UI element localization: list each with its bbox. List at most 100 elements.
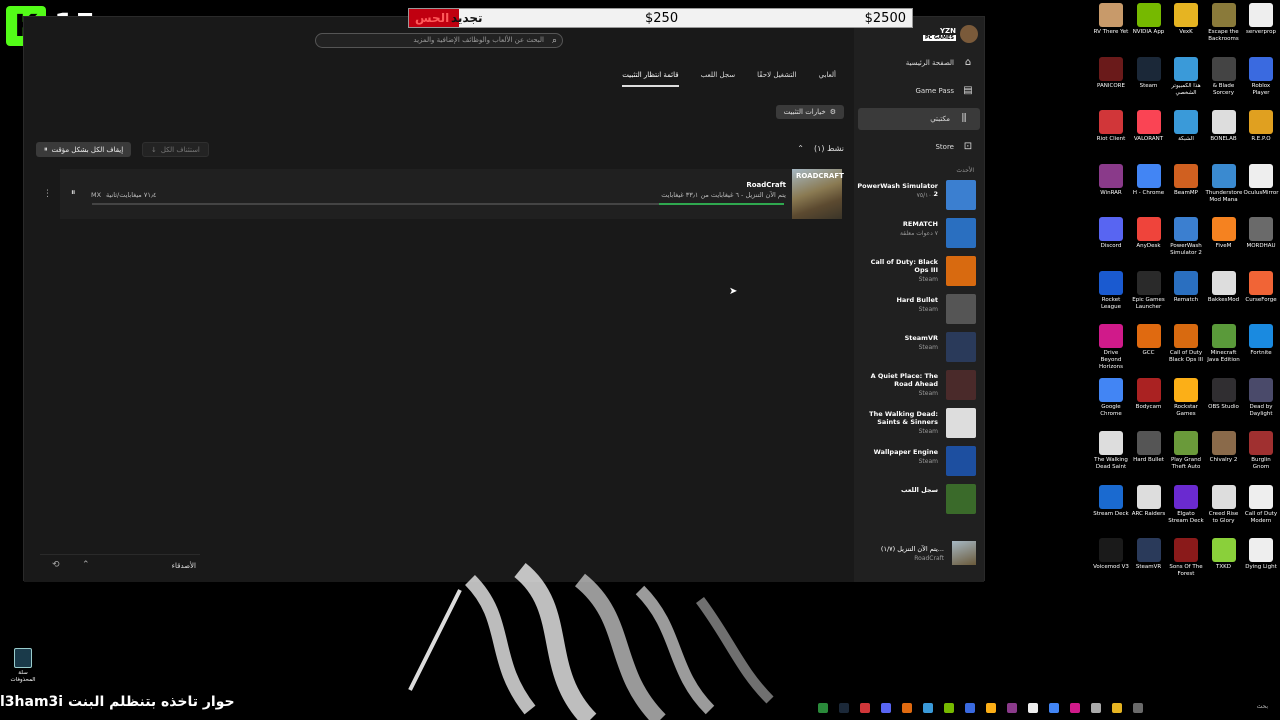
desktop-shortcut[interactable]: PANICORE bbox=[1093, 56, 1129, 90]
taskbar-app-icon[interactable] bbox=[839, 703, 849, 713]
desktop-shortcut[interactable]: الشبكة bbox=[1168, 110, 1204, 143]
recent-game-item[interactable]: Hard Bullet Steam bbox=[856, 294, 976, 326]
taskbar-app-icon[interactable] bbox=[986, 703, 996, 713]
taskbar-app-icon[interactable] bbox=[1049, 703, 1059, 713]
desktop-shortcut[interactable]: Roblox Player bbox=[1243, 56, 1279, 97]
recent-game-item[interactable]: سجل اللعب bbox=[856, 484, 976, 516]
sidebar-item-game-pass[interactable]: Game Pass ▤ bbox=[862, 80, 984, 102]
desktop-shortcut[interactable]: Dying Light bbox=[1243, 538, 1279, 571]
mini-download-status[interactable]: يتم الآن التنزيل (١/٧)... RoadCraft bbox=[856, 541, 976, 565]
more-options-icon[interactable]: ⋮ bbox=[43, 189, 52, 199]
recent-game-item[interactable]: REMATCH ٧ دعوات معلقة bbox=[856, 218, 976, 250]
desktop-shortcut[interactable]: BakkesMod bbox=[1206, 270, 1242, 304]
desktop-shortcut[interactable]: Rocket League bbox=[1093, 270, 1129, 311]
desktop-shortcut[interactable]: Rockstar Games bbox=[1168, 377, 1204, 418]
desktop-shortcut[interactable]: Voicemod V3 bbox=[1093, 538, 1129, 571]
taskbar-app-icon[interactable] bbox=[923, 703, 933, 713]
desktop-shortcut[interactable]: Play Grand Theft Auto bbox=[1168, 431, 1204, 471]
desktop-shortcut[interactable]: Hard Bullet bbox=[1131, 431, 1167, 464]
desktop-shortcut[interactable]: Dead by Daylight bbox=[1243, 377, 1279, 418]
taskbar-app-icon[interactable] bbox=[818, 703, 828, 713]
taskbar-app-icon[interactable] bbox=[965, 703, 975, 713]
sidebar-item-library[interactable]: مكتبتي ⫼ bbox=[858, 108, 980, 130]
profile[interactable]: YZN PC GAMES bbox=[922, 25, 978, 43]
desktop-shortcut[interactable]: OculusMirror bbox=[1243, 163, 1279, 197]
desktop-shortcut[interactable]: R.E.P.O bbox=[1243, 110, 1279, 143]
tab-install-queue[interactable]: قائمة انتظار التثبيت bbox=[622, 71, 679, 87]
chevron-up-icon[interactable]: ⌃ bbox=[797, 144, 804, 153]
taskbar-app-icon[interactable] bbox=[1112, 703, 1122, 713]
desktop-shortcut[interactable]: Google Chrome bbox=[1093, 377, 1129, 418]
desktop-shortcut[interactable]: Chivalry 2 bbox=[1206, 431, 1242, 464]
desktop-shortcut[interactable]: Elgato Stream Deck bbox=[1168, 484, 1204, 525]
recent-game-item[interactable]: Wallpaper Engine Steam bbox=[856, 446, 976, 478]
desktop-shortcut[interactable]: MORDHAU bbox=[1243, 217, 1279, 250]
desktop-shortcut[interactable]: Escape the Backrooms bbox=[1206, 3, 1242, 43]
desktop-shortcut[interactable]: Bodycam bbox=[1131, 377, 1167, 411]
desktop-shortcut[interactable]: VALORANT bbox=[1131, 110, 1167, 143]
recycle-bin[interactable]: سلة المحذوفات bbox=[8, 648, 38, 684]
avatar[interactable] bbox=[960, 25, 978, 43]
pause-download-icon[interactable]: ⏸ bbox=[71, 188, 76, 198]
taskbar-app-icon[interactable] bbox=[1070, 703, 1080, 713]
desktop-shortcut[interactable]: NVIDIA App bbox=[1131, 3, 1167, 36]
desktop-shortcut[interactable]: & Blade Sorcery bbox=[1206, 56, 1242, 97]
desktop-shortcut[interactable]: FiveM bbox=[1206, 217, 1242, 250]
recent-game-item[interactable]: SteamVR Steam bbox=[856, 332, 976, 364]
desktop-shortcut[interactable]: Burglin Gnom bbox=[1243, 431, 1279, 471]
desktop-shortcut[interactable]: BONELAB bbox=[1206, 110, 1242, 143]
desktop-shortcut[interactable]: SteamVR bbox=[1131, 538, 1167, 571]
desktop-shortcut[interactable]: Minecraft Java Edition bbox=[1206, 324, 1242, 364]
desktop-shortcut[interactable]: RV There Yet bbox=[1093, 3, 1129, 36]
taskbar-app-icon[interactable] bbox=[944, 703, 954, 713]
desktop-shortcut[interactable]: AnyDesk bbox=[1131, 217, 1167, 250]
taskbar-app-icon[interactable] bbox=[1133, 703, 1143, 713]
desktop-shortcut[interactable]: WinRAR bbox=[1093, 163, 1129, 197]
desktop-shortcut[interactable]: BeamMP bbox=[1168, 163, 1204, 197]
taskbar-search[interactable]: بحث bbox=[1257, 703, 1268, 710]
taskbar-app-icon[interactable] bbox=[1091, 703, 1101, 713]
desktop-shortcut[interactable]: Discord bbox=[1093, 217, 1129, 250]
desktop-shortcut[interactable]: Call of Duty Black Ops III bbox=[1168, 324, 1204, 364]
taskbar-app-icon[interactable] bbox=[1028, 703, 1038, 713]
taskbar-app-icon[interactable] bbox=[881, 703, 891, 713]
download-item[interactable]: ROADCRAFT RoadCraft يتم الآن التنزيل - ٦… bbox=[60, 169, 844, 219]
desktop-shortcut[interactable]: Creed Rise to Glory bbox=[1206, 484, 1242, 525]
active-section-header[interactable]: ⌃ نشط (١) bbox=[797, 144, 844, 153]
desktop-shortcut[interactable]: Riot Client bbox=[1093, 110, 1129, 143]
friends-bar[interactable]: ⟲ ⌃ الأصدقاء bbox=[40, 554, 200, 578]
refresh-icon[interactable]: ⟲ bbox=[52, 560, 60, 570]
resume-all-button[interactable]: ↓ استئناف الكل bbox=[142, 142, 209, 157]
install-options-button[interactable]: خيارات التثبيت ⚙ bbox=[775, 105, 844, 119]
sidebar-item-home[interactable]: الصفحة الرئيسية ⌂ bbox=[862, 52, 984, 74]
desktop-shortcut[interactable]: CurseForge bbox=[1243, 270, 1279, 304]
tab-play-later[interactable]: التشغيل لاحقًا bbox=[757, 71, 796, 87]
desktop-shortcut[interactable]: The Walking Dead Saint bbox=[1093, 431, 1129, 471]
taskbar-app-icon[interactable] bbox=[1007, 703, 1017, 713]
recent-game-item[interactable]: PowerWash Simulator 2 ٧٥/١٠٠٠ bbox=[856, 180, 976, 212]
pause-all-button[interactable]: ⏸ إيقاف الكل بشكل مؤقت bbox=[36, 142, 132, 157]
desktop-shortcut[interactable]: Sons Of The Forest bbox=[1168, 538, 1204, 578]
desktop-shortcut[interactable]: serverprop bbox=[1243, 3, 1279, 36]
desktop-shortcut[interactable]: Thunderstore Mod Mana bbox=[1206, 163, 1242, 204]
taskbar-app-icon[interactable] bbox=[902, 703, 912, 713]
search-input[interactable]: البحث عن الألعاب والوظائف الإضافية والمز… bbox=[315, 33, 563, 48]
tab-my-games[interactable]: ألعابي bbox=[819, 71, 836, 87]
desktop-shortcut[interactable]: PowerWash Simulator 2 bbox=[1168, 217, 1204, 257]
recent-game-item[interactable]: Call of Duty: Black Ops III Steam bbox=[856, 256, 976, 288]
desktop-shortcut[interactable]: Drive Beyond Horizons bbox=[1093, 324, 1129, 371]
recent-game-item[interactable]: The Walking Dead: Saints & Sinners Steam bbox=[856, 408, 976, 440]
desktop-shortcut[interactable]: Rematch bbox=[1168, 270, 1204, 304]
tab-play-history[interactable]: سجل اللعب bbox=[701, 71, 736, 87]
sidebar-item-store[interactable]: Store ⊡ bbox=[862, 136, 984, 158]
desktop-shortcut[interactable]: Stream Deck bbox=[1093, 484, 1129, 518]
desktop-shortcut[interactable]: هذا الكمبيوتر الشخصي bbox=[1168, 56, 1204, 97]
taskbar-app-icon[interactable] bbox=[860, 703, 870, 713]
desktop-shortcut[interactable]: Fortnite bbox=[1243, 324, 1279, 357]
desktop-shortcut[interactable]: Epic Games Launcher bbox=[1131, 270, 1167, 311]
desktop-shortcut[interactable]: ARC Raiders bbox=[1131, 484, 1167, 518]
desktop-shortcut[interactable]: H - Chrome bbox=[1131, 163, 1167, 197]
desktop-shortcut[interactable]: Call of Duty Modern bbox=[1243, 484, 1279, 525]
desktop-shortcut[interactable]: GCC bbox=[1131, 324, 1167, 357]
desktop-shortcut[interactable]: Steam bbox=[1131, 56, 1167, 90]
